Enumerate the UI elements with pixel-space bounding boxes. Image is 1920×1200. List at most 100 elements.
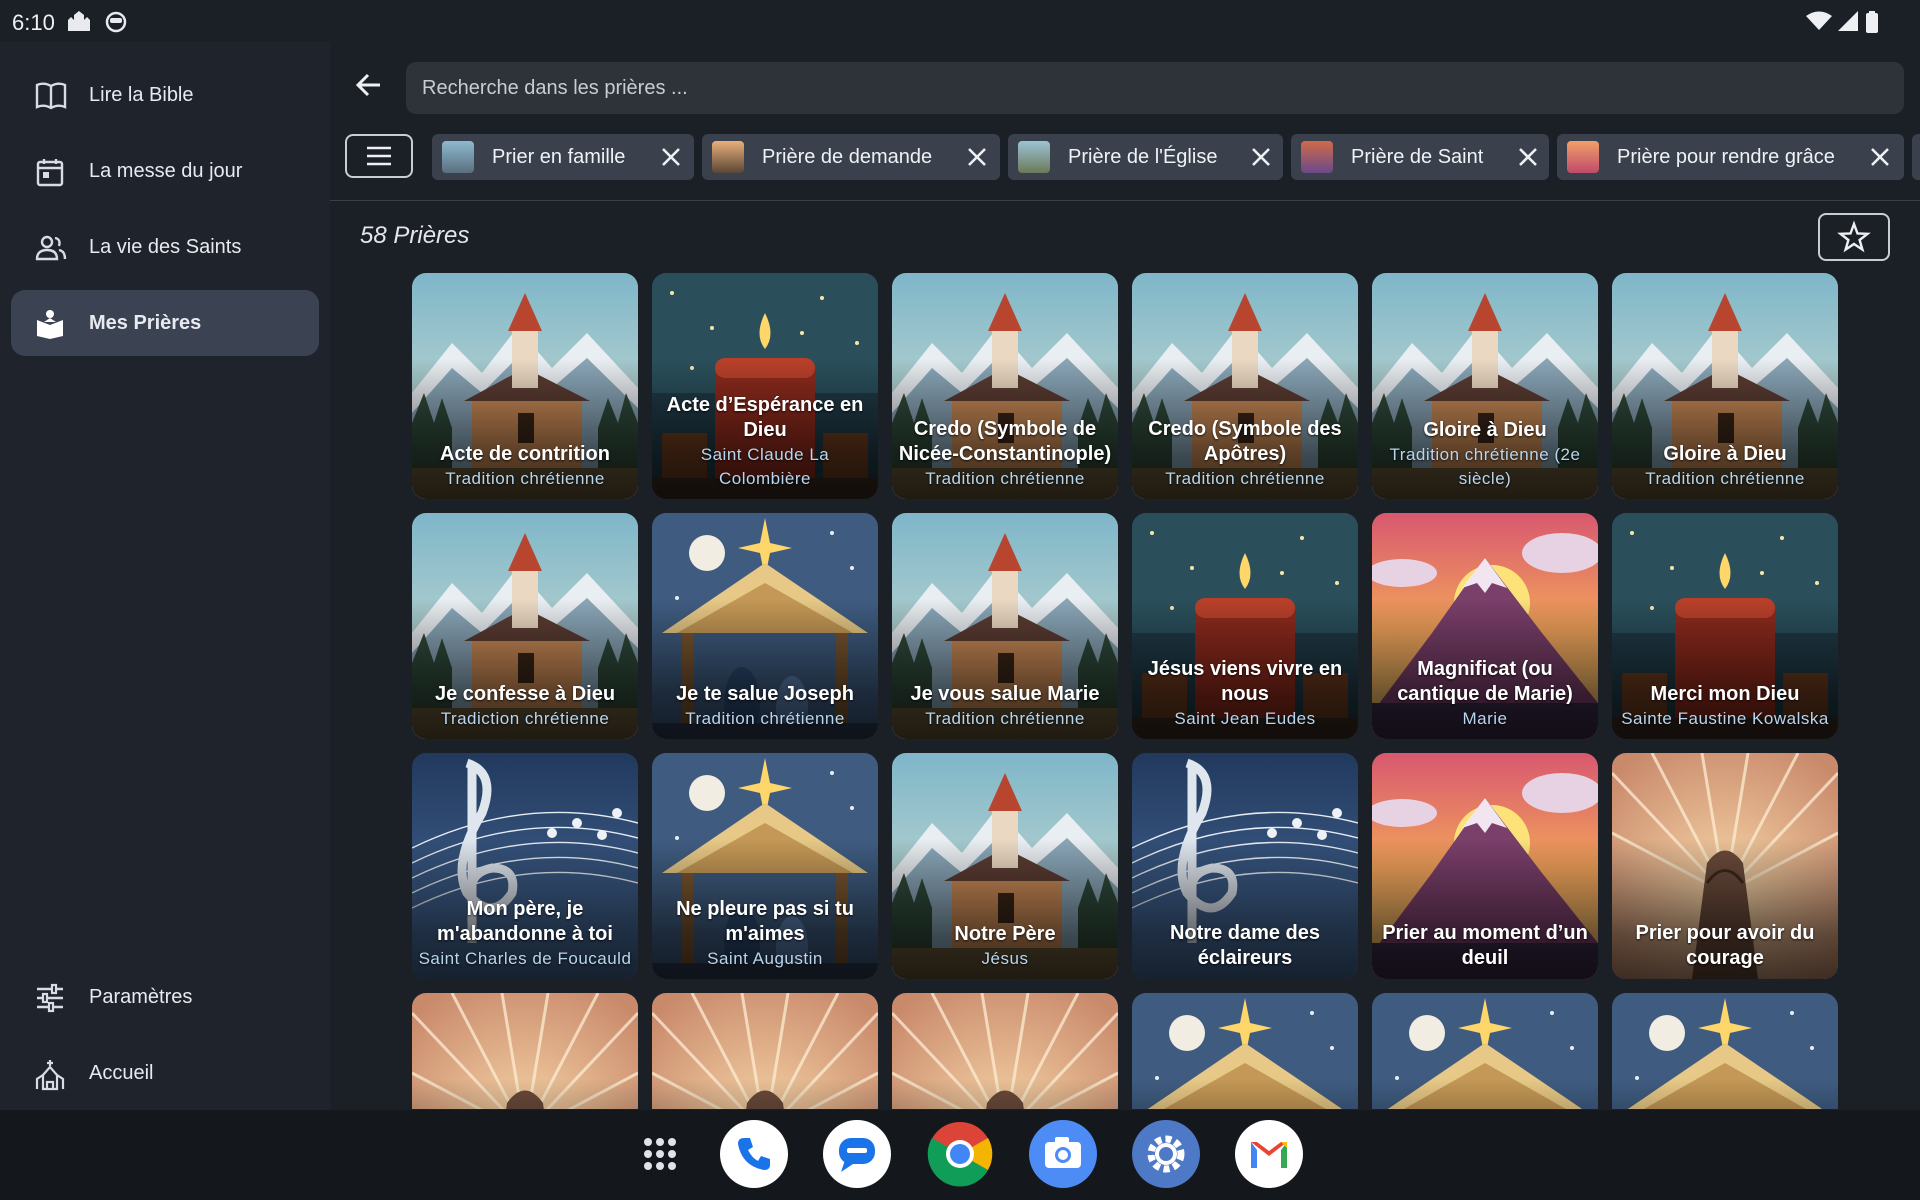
close-icon[interactable]: [966, 146, 988, 168]
camera-icon[interactable]: [1029, 1120, 1097, 1188]
card-caption: Ne pleure pas si tu m'aimes Saint Augusti…: [658, 897, 872, 971]
prayer-card[interactable]: [892, 993, 1118, 1109]
filter-chip-church[interactable]: Prière de l'Église: [1008, 134, 1283, 180]
phone-icon[interactable]: [720, 1120, 788, 1188]
prayer-card[interactable]: Credo (Symbole de Nicée-Constantinople) T…: [892, 273, 1118, 499]
filter-chip-saint[interactable]: Prière de Saint: [1291, 134, 1549, 180]
filter-chip-row: Prier en famille Prière de demande Prièr…: [330, 134, 1920, 190]
prayer-title: Je vous salue Marie: [910, 683, 1100, 705]
prayer-card[interactable]: Prier au moment d’un deuil: [1372, 753, 1598, 979]
card-caption: Credo (Symbole des Apôtres) Tradition chr…: [1138, 417, 1352, 491]
prayer-card[interactable]: Acte d’Espérance en Dieu Saint Claude La …: [652, 273, 878, 499]
card-caption: Je vous salue Marie Tradition chrétienne: [898, 682, 1112, 731]
prayer-card[interactable]: Prier pour avoir du courage: [1612, 753, 1838, 979]
card-caption: Acte d’Espérance en Dieu Saint Claude La …: [658, 393, 872, 491]
card-caption: Magnificat (ou cantique de Marie) Marie: [1378, 657, 1592, 731]
signal-icon: [1838, 11, 1858, 36]
chip-thumbnail-thanks: [1567, 141, 1599, 173]
prayer-title: Jésus viens vivre en nous: [1147, 658, 1343, 705]
card-shade: [1372, 993, 1598, 1109]
card-caption: Jésus viens vivre en nous Saint Jean Eude…: [1138, 657, 1352, 731]
book-icon: [35, 81, 67, 111]
prayer-author: Tradition chrétienne: [1165, 469, 1325, 488]
prayer-card[interactable]: Acte de contrition Tradition chrétienne: [412, 273, 638, 499]
prayer-card[interactable]: [1612, 993, 1838, 1109]
card-caption: Mon père, je m'abandonne à toi Saint Char…: [418, 897, 632, 971]
close-icon[interactable]: [660, 146, 682, 168]
prayer-card[interactable]: Gloire à Dieu Tradition chrétienne: [1612, 273, 1838, 499]
card-caption: Je confesse à Dieu Tradiction chrétienne: [418, 682, 632, 731]
chip-label-family: Prier en famille: [492, 146, 626, 168]
close-icon[interactable]: [1250, 146, 1272, 168]
prayer-title: Merci mon Dieu: [1650, 683, 1800, 705]
prayer-card[interactable]: [1372, 993, 1598, 1109]
prayer-card[interactable]: Notre Père Jésus: [892, 753, 1118, 979]
search-input[interactable]: [406, 62, 1882, 114]
prayer-card[interactable]: Credo (Symbole des Apôtres) Tradition chr…: [1132, 273, 1358, 499]
messages-icon[interactable]: [823, 1120, 891, 1188]
prayer-card[interactable]: Je vous salue Marie Tradition chrétienne: [892, 513, 1118, 739]
prayer-author: Tradition chrétienne: [1645, 469, 1805, 488]
nav-label-home: Accueil: [89, 1062, 154, 1084]
gmail-icon[interactable]: [1235, 1120, 1303, 1188]
nav-label-mass: La messe du jour: [89, 160, 243, 182]
prayer-author: Saint Augustin: [707, 949, 823, 968]
prayer-card[interactable]: Ne pleure pas si tu m'aimes Saint Augusti…: [652, 753, 878, 979]
prayer-card[interactable]: Je te salue Joseph Tradition chrétienne: [652, 513, 878, 739]
close-icon[interactable]: [1517, 146, 1539, 168]
prayer-author: Sainte Faustine Kowalska: [1621, 709, 1829, 728]
nav-label-prayers: Mes Prières: [89, 312, 202, 334]
wifi-icon: [1806, 11, 1832, 36]
chip-label-thanks: Prière pour rendre grâce: [1617, 146, 1835, 168]
prayer-card[interactable]: Je confesse à Dieu Tradiction chrétienne: [412, 513, 638, 739]
card-shade: [652, 993, 878, 1109]
prayer-author: Saint Charles de Foucauld: [418, 949, 632, 968]
prayer-card[interactable]: Jésus viens vivre en nous Saint Jean Eude…: [1132, 513, 1358, 739]
prayer-card[interactable]: Magnificat (ou cantique de Marie) Marie: [1372, 513, 1598, 739]
filter-chip-more[interactable]: [1912, 134, 1920, 180]
prayer-grid: Acte de contrition Tradition chrétienne Ac…: [412, 273, 1852, 1109]
nav-item-prayers[interactable]: Mes Prières: [11, 290, 319, 356]
prayer-title: Credo (Symbole des Apôtres): [1148, 418, 1342, 465]
chrome-icon[interactable]: [926, 1120, 994, 1188]
filter-menu-button[interactable]: [345, 134, 413, 178]
card-shade: [1132, 993, 1358, 1109]
nav-item-bible[interactable]: Lire la Bible: [11, 62, 319, 128]
card-caption: Prier pour avoir du courage: [1618, 921, 1832, 971]
settings-icon[interactable]: [1132, 1120, 1200, 1188]
filter-chip-family[interactable]: Prier en famille: [432, 134, 694, 180]
back-arrow-icon[interactable]: [350, 66, 388, 104]
prayer-title: Acte de contrition: [439, 443, 610, 465]
card-shade: [1612, 993, 1838, 1109]
card-caption: Credo (Symbole de Nicée-Constantinople) T…: [898, 417, 1112, 491]
nav-item-mass[interactable]: La messe du jour: [11, 138, 319, 204]
favorites-button[interactable]: [1818, 213, 1890, 261]
chip-thumbnail-saint: [1301, 141, 1333, 173]
prayer-author: Marie: [1462, 709, 1508, 728]
chip-label-church: Prière de l'Église: [1068, 146, 1218, 168]
app-drawer-icon[interactable]: [626, 1120, 694, 1188]
card-shade: [412, 993, 638, 1109]
nav-item-settings[interactable]: Paramètres: [11, 964, 319, 1030]
prayer-card[interactable]: [412, 993, 638, 1109]
prayer-author: Tradition chrétienne: [445, 469, 605, 488]
prayer-card[interactable]: [652, 993, 878, 1109]
prayer-card[interactable]: Mon père, je m'abandonne à toi Saint Char…: [412, 753, 638, 979]
nav-item-home[interactable]: Accueil: [11, 1040, 319, 1106]
calendar-icon: [35, 157, 65, 187]
prayer-author: Tradition chrétienne: [925, 469, 1085, 488]
filter-chip-thanks[interactable]: Prière pour rendre grâce: [1557, 134, 1904, 180]
nav-item-saints[interactable]: La vie des Saints: [11, 214, 319, 280]
chip-label-request: Prière de demande: [762, 146, 933, 168]
card-caption: Notre Père Jésus: [898, 922, 1112, 971]
filter-chip-request[interactable]: Prière de demande: [702, 134, 1000, 180]
prayer-card[interactable]: [1132, 993, 1358, 1109]
close-icon[interactable]: [1869, 146, 1891, 168]
prayer-card[interactable]: Notre dame des éclaireurs: [1132, 753, 1358, 979]
prayer-author: Jésus: [981, 949, 1029, 968]
card-caption: Notre dame des éclaireurs: [1138, 921, 1352, 971]
status-bar: 6:10: [0, 0, 1920, 42]
card-caption: Je te salue Joseph Tradition chrétienne: [658, 682, 872, 731]
prayer-card[interactable]: Merci mon Dieu Sainte Faustine Kowalska: [1612, 513, 1838, 739]
prayer-card[interactable]: Gloire à Dieu Tradition chrétienne (2e si…: [1372, 273, 1598, 499]
